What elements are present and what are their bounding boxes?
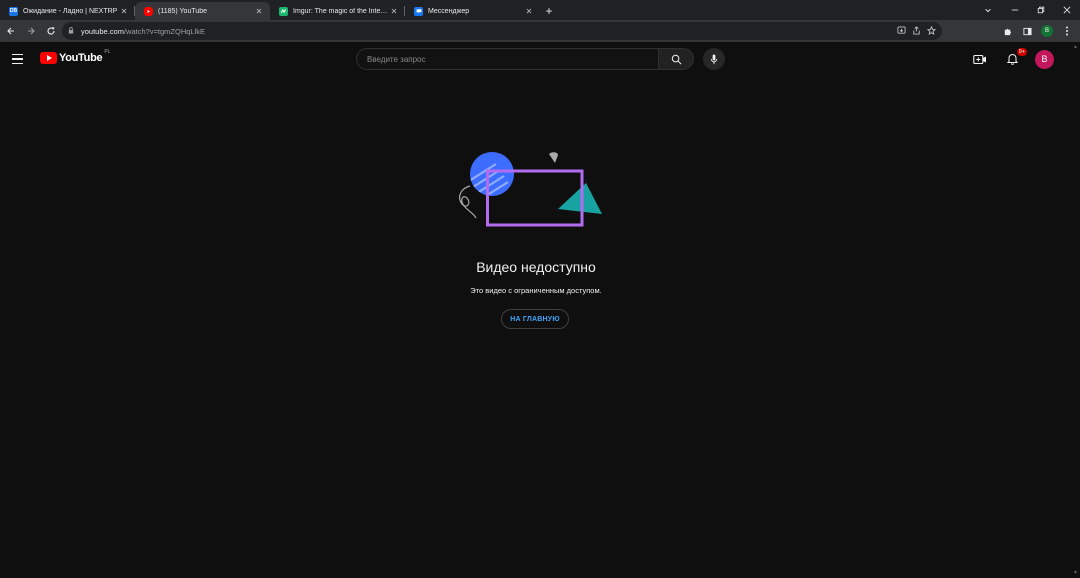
imgur-favicon-icon: [279, 6, 288, 16]
lock-icon[interactable]: [68, 26, 78, 36]
bell-icon: [1006, 54, 1018, 65]
error-message: Это видео с ограниченным доступом.: [470, 286, 602, 295]
close-window-icon[interactable]: [1054, 0, 1080, 20]
notification-badge: 9+: [1016, 48, 1027, 56]
youtube-favicon-icon: [144, 6, 153, 16]
tab-youtube[interactable]: (1185) YouTube ✕: [135, 2, 270, 20]
tab-strip: DB Ожидание - Ладно | NEXTRP ✕ (1185) Yo…: [0, 0, 1080, 20]
account-avatar[interactable]: B: [1035, 49, 1054, 69]
search-icon: [671, 54, 681, 64]
error-title: Видео недоступно: [476, 259, 596, 275]
messenger-favicon-icon: [414, 6, 423, 16]
restore-icon[interactable]: [1028, 0, 1054, 20]
window-controls: [1002, 0, 1080, 20]
close-tab-icon[interactable]: ✕: [389, 7, 399, 16]
nextrp-favicon-icon: DB: [9, 6, 18, 16]
search-bar: [356, 48, 694, 70]
minimize-icon[interactable]: [1002, 0, 1028, 20]
profile-avatar: B: [1041, 25, 1053, 37]
tab-title: Мессенджер: [428, 7, 470, 15]
more-menu-icon[interactable]: [1060, 24, 1074, 38]
hamburger-menu-icon[interactable]: [12, 51, 28, 67]
page-scrollbar[interactable]: ▲ ▼: [1072, 42, 1080, 578]
close-tab-icon[interactable]: ✕: [254, 7, 264, 16]
create-video-icon: [973, 54, 986, 64]
close-tab-icon[interactable]: ✕: [524, 7, 534, 16]
tab-nextrp[interactable]: DB Ожидание - Ладно | NEXTRP ✕: [0, 2, 135, 20]
error-page: Видео недоступно Это видео с ограниченны…: [0, 76, 1072, 578]
url-path: /watch?v=tgmZQHqLlkE: [123, 26, 206, 36]
install-app-icon[interactable]: [897, 25, 906, 37]
youtube-logo[interactable]: YouTube PL: [40, 49, 111, 64]
logo-text: YouTube: [59, 52, 103, 64]
tab-messenger[interactable]: Мессенджер ✕: [405, 2, 540, 20]
omnibox-actions: [897, 22, 937, 40]
tab-title: Ожидание - Ладно | NEXTRP: [23, 7, 118, 15]
browser-toolbar: youtube.com/watch?v=tgmZQHqLlkE B: [0, 20, 1080, 42]
forward-icon[interactable]: [22, 22, 40, 40]
close-tab-icon[interactable]: ✕: [119, 7, 129, 16]
side-panel-icon[interactable]: [1020, 24, 1034, 38]
extensions-puzzle-icon[interactable]: [1000, 24, 1014, 38]
reload-icon[interactable]: [42, 22, 60, 40]
address-bar[interactable]: youtube.com/watch?v=tgmZQHqLlkE: [62, 22, 942, 40]
tab-title: Imgur: The magic of the Internet: [293, 7, 389, 15]
go-home-button[interactable]: НА ГЛАВНУЮ: [501, 309, 569, 329]
notifications-button[interactable]: 9+: [1003, 48, 1027, 68]
new-tab-button[interactable]: +: [540, 2, 558, 20]
tab-search-icon[interactable]: [980, 2, 996, 18]
url-host: youtube.com: [81, 26, 124, 36]
voice-search-button[interactable]: [703, 48, 725, 70]
youtube-play-icon: [40, 52, 57, 64]
tab-title: (1185) YouTube: [158, 7, 208, 15]
scroll-up-icon[interactable]: ▲: [1073, 44, 1078, 50]
search-button[interactable]: [658, 48, 694, 70]
region-code: PL: [104, 49, 111, 55]
unavailable-video-illustration: [458, 152, 602, 227]
microphone-icon: [710, 53, 718, 64]
bookmark-star-icon[interactable]: [926, 25, 937, 37]
create-video-button[interactable]: [971, 50, 989, 68]
header-actions: 9+ B: [971, 48, 1054, 69]
tab-imgur[interactable]: Imgur: The magic of the Internet ✕: [270, 2, 405, 20]
back-icon[interactable]: [2, 22, 20, 40]
profile-button[interactable]: B: [1040, 24, 1054, 38]
share-icon[interactable]: [912, 25, 921, 37]
youtube-header: YouTube PL 9+ B: [0, 42, 1080, 76]
search-input[interactable]: [356, 48, 658, 70]
scroll-down-icon[interactable]: ▼: [1073, 570, 1078, 576]
toolbar-actions: B: [1000, 22, 1074, 40]
